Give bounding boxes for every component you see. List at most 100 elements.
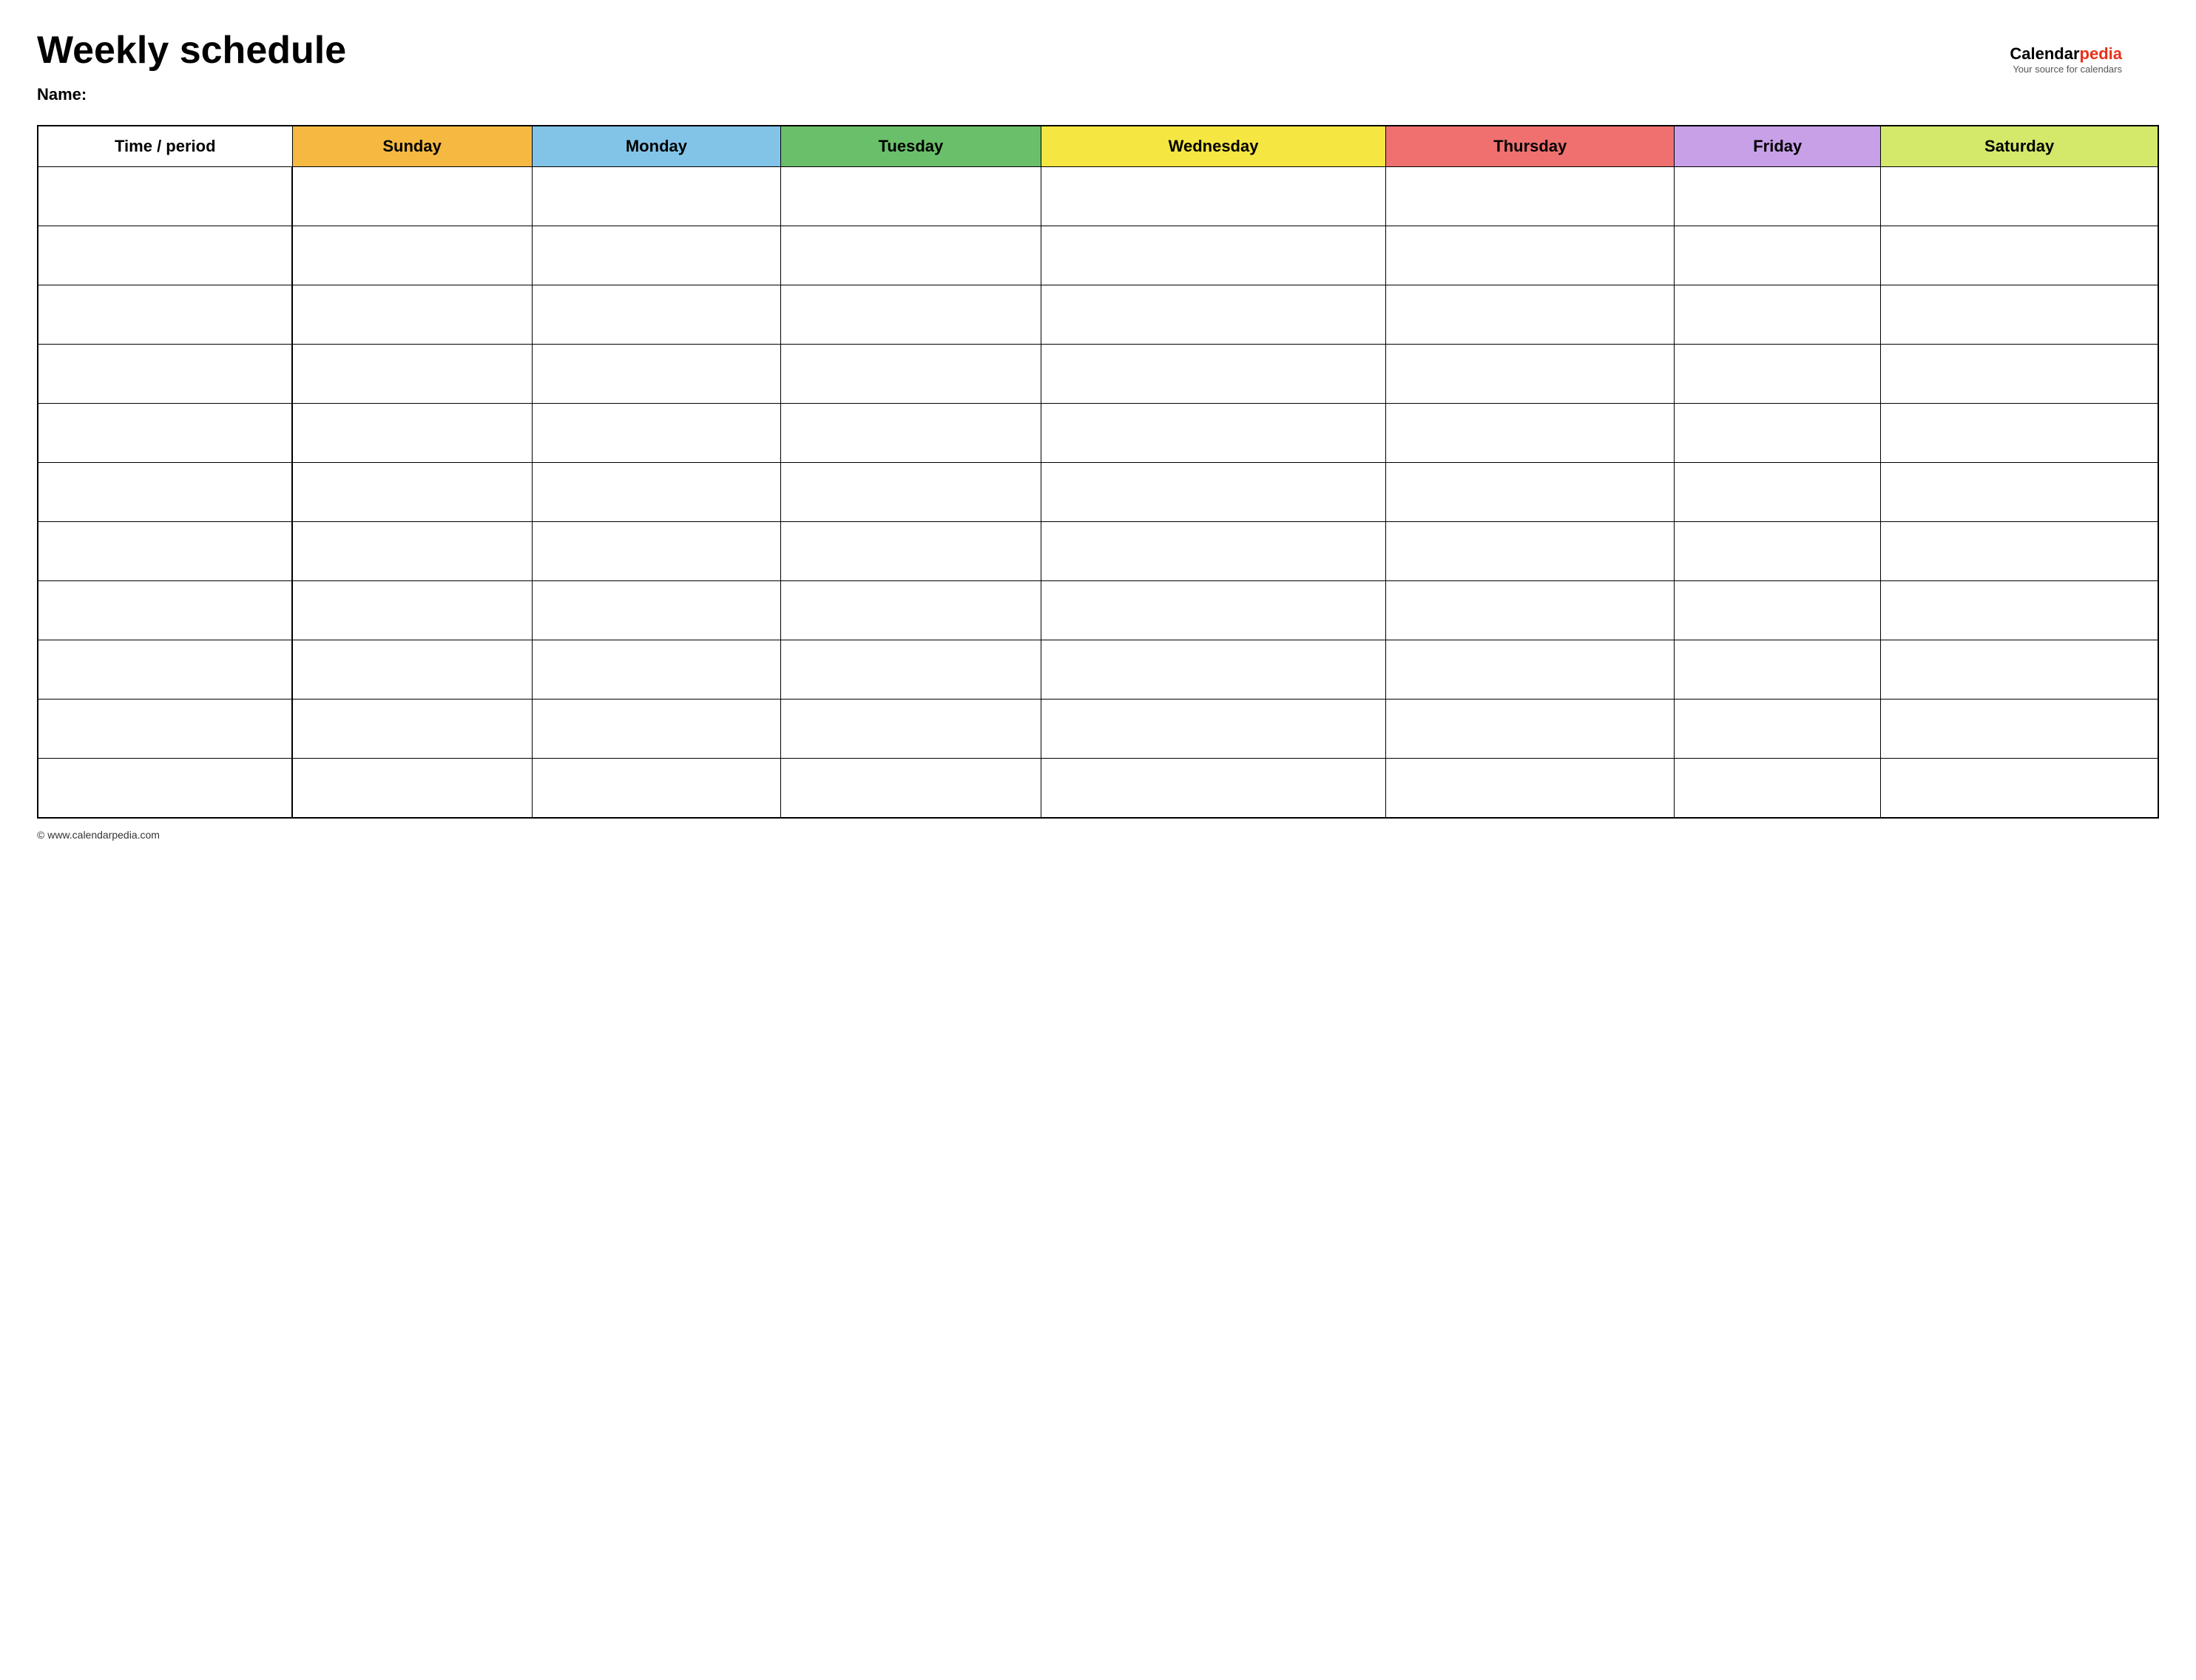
day-cell[interactable] bbox=[1386, 581, 1675, 640]
day-cell[interactable] bbox=[1881, 404, 2158, 463]
day-cell[interactable] bbox=[1881, 581, 2158, 640]
day-cell[interactable] bbox=[1675, 463, 1881, 522]
time-cell[interactable] bbox=[38, 522, 292, 581]
time-cell[interactable] bbox=[38, 167, 292, 226]
day-cell[interactable] bbox=[1041, 640, 1386, 700]
day-cell[interactable] bbox=[1386, 640, 1675, 700]
table-row bbox=[38, 759, 2158, 818]
day-cell[interactable] bbox=[1675, 640, 1881, 700]
day-cell[interactable] bbox=[781, 404, 1041, 463]
day-cell[interactable] bbox=[292, 463, 532, 522]
day-cell[interactable] bbox=[781, 581, 1041, 640]
day-cell[interactable] bbox=[781, 759, 1041, 818]
header-time-period: Time / period bbox=[38, 126, 292, 167]
day-cell[interactable] bbox=[1675, 404, 1881, 463]
time-cell[interactable] bbox=[38, 640, 292, 700]
day-cell[interactable] bbox=[532, 345, 780, 404]
table-row bbox=[38, 522, 2158, 581]
day-cell[interactable] bbox=[781, 345, 1041, 404]
day-cell[interactable] bbox=[1386, 285, 1675, 345]
day-cell[interactable] bbox=[532, 463, 780, 522]
day-cell[interactable] bbox=[1881, 640, 2158, 700]
day-cell[interactable] bbox=[1386, 404, 1675, 463]
time-cell[interactable] bbox=[38, 759, 292, 818]
day-cell[interactable] bbox=[532, 640, 780, 700]
day-cell[interactable] bbox=[1386, 226, 1675, 285]
day-cell[interactable] bbox=[292, 759, 532, 818]
time-cell[interactable] bbox=[38, 285, 292, 345]
day-cell[interactable] bbox=[1675, 345, 1881, 404]
header-sunday: Sunday bbox=[292, 126, 532, 167]
day-cell[interactable] bbox=[1675, 226, 1881, 285]
day-cell[interactable] bbox=[1881, 759, 2158, 818]
table-row bbox=[38, 345, 2158, 404]
day-cell[interactable] bbox=[781, 463, 1041, 522]
day-cell[interactable] bbox=[1881, 345, 2158, 404]
day-cell[interactable] bbox=[1386, 345, 1675, 404]
time-cell[interactable] bbox=[38, 700, 292, 759]
day-cell[interactable] bbox=[781, 700, 1041, 759]
day-cell[interactable] bbox=[1386, 167, 1675, 226]
day-cell[interactable] bbox=[292, 581, 532, 640]
day-cell[interactable] bbox=[532, 759, 780, 818]
day-cell[interactable] bbox=[1041, 463, 1386, 522]
table-row bbox=[38, 640, 2158, 700]
day-cell[interactable] bbox=[1386, 463, 1675, 522]
time-cell[interactable] bbox=[38, 404, 292, 463]
day-cell[interactable] bbox=[1041, 226, 1386, 285]
day-cell[interactable] bbox=[532, 581, 780, 640]
day-cell[interactable] bbox=[781, 285, 1041, 345]
time-cell[interactable] bbox=[38, 226, 292, 285]
day-cell[interactable] bbox=[292, 522, 532, 581]
time-cell[interactable] bbox=[38, 345, 292, 404]
day-cell[interactable] bbox=[1041, 522, 1386, 581]
day-cell[interactable] bbox=[1675, 167, 1881, 226]
day-cell[interactable] bbox=[532, 700, 780, 759]
day-cell[interactable] bbox=[532, 404, 780, 463]
day-cell[interactable] bbox=[532, 522, 780, 581]
day-cell[interactable] bbox=[1881, 285, 2158, 345]
day-cell[interactable] bbox=[292, 226, 532, 285]
header-saturday: Saturday bbox=[1881, 126, 2158, 167]
day-cell[interactable] bbox=[532, 285, 780, 345]
day-cell[interactable] bbox=[1041, 404, 1386, 463]
day-cell[interactable] bbox=[1881, 167, 2158, 226]
header-wednesday: Wednesday bbox=[1041, 126, 1386, 167]
day-cell[interactable] bbox=[1041, 285, 1386, 345]
day-cell[interactable] bbox=[1386, 522, 1675, 581]
day-cell[interactable] bbox=[532, 167, 780, 226]
day-cell[interactable] bbox=[292, 285, 532, 345]
day-cell[interactable] bbox=[781, 226, 1041, 285]
day-cell[interactable] bbox=[292, 345, 532, 404]
day-cell[interactable] bbox=[1881, 522, 2158, 581]
logo-tagline: Your source for calendars bbox=[2010, 64, 2122, 75]
day-cell[interactable] bbox=[781, 167, 1041, 226]
day-cell[interactable] bbox=[1881, 226, 2158, 285]
day-cell[interactable] bbox=[1675, 759, 1881, 818]
day-cell[interactable] bbox=[1881, 463, 2158, 522]
day-cell[interactable] bbox=[1041, 167, 1386, 226]
day-cell[interactable] bbox=[292, 640, 532, 700]
day-cell[interactable] bbox=[1041, 700, 1386, 759]
day-cell[interactable] bbox=[292, 700, 532, 759]
day-cell[interactable] bbox=[1041, 581, 1386, 640]
day-cell[interactable] bbox=[1675, 285, 1881, 345]
day-cell[interactable] bbox=[532, 226, 780, 285]
day-cell[interactable] bbox=[1041, 759, 1386, 818]
day-cell[interactable] bbox=[781, 640, 1041, 700]
header-thursday: Thursday bbox=[1386, 126, 1675, 167]
time-cell[interactable] bbox=[38, 581, 292, 640]
day-cell[interactable] bbox=[1675, 700, 1881, 759]
day-cell[interactable] bbox=[1675, 522, 1881, 581]
day-cell[interactable] bbox=[1386, 700, 1675, 759]
day-cell[interactable] bbox=[292, 404, 532, 463]
day-cell[interactable] bbox=[1386, 759, 1675, 818]
time-cell[interactable] bbox=[38, 463, 292, 522]
table-row bbox=[38, 581, 2158, 640]
day-cell[interactable] bbox=[292, 167, 532, 226]
day-cell[interactable] bbox=[1675, 581, 1881, 640]
day-cell[interactable] bbox=[1881, 700, 2158, 759]
day-cell[interactable] bbox=[1041, 345, 1386, 404]
logo-calendar-text: Calendar bbox=[2010, 44, 2079, 63]
day-cell[interactable] bbox=[781, 522, 1041, 581]
